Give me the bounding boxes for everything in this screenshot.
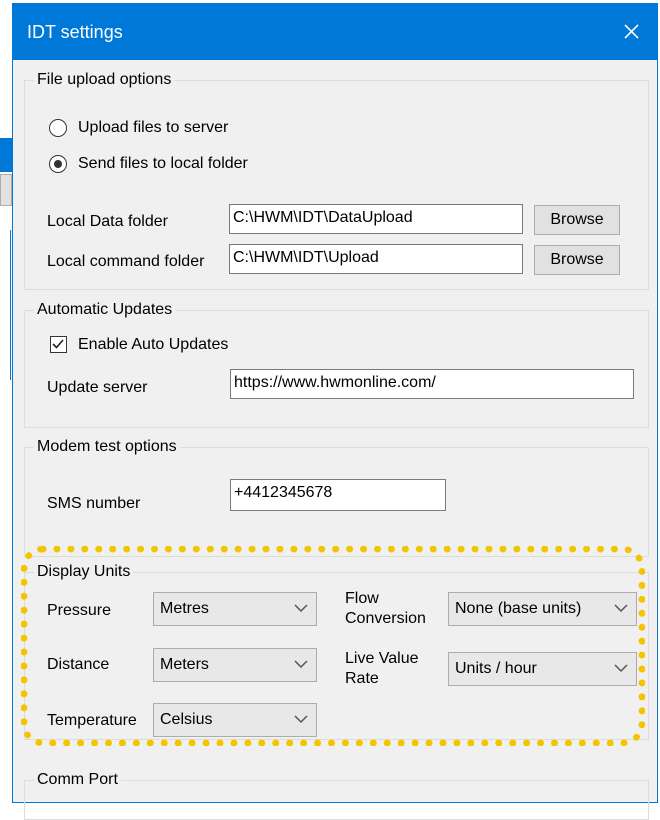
enable-auto-updates-checkbox[interactable] [50, 336, 67, 353]
window-title: IDT settings [27, 22, 123, 42]
file-upload-group: File upload options Upload files to serv… [24, 70, 649, 290]
chevron-down-icon [614, 664, 628, 673]
pressure-select[interactable]: Metres [153, 592, 317, 626]
idt-settings-dialog: IDT settings File upload options Upload … [12, 3, 658, 820]
temperature-label: Temperature [47, 712, 137, 729]
comm-port-group: Comm Port [24, 770, 649, 820]
background-window-control [0, 174, 12, 206]
flow-conversion-select[interactable]: None (base units) [448, 592, 637, 626]
modem-test-group: Modem test options SMS number +441234567… [24, 437, 649, 557]
flow-conversion-label-line1: Flow [345, 590, 379, 607]
upload-server-label[interactable]: Upload files to server [78, 118, 228, 138]
pressure-value: Metres [160, 600, 209, 617]
browse-command-folder-button[interactable]: Browse [534, 245, 620, 275]
update-server-label: Update server [47, 379, 148, 396]
display-units-legend: Display Units [34, 562, 134, 582]
flow-conversion-label-line2: Conversion [345, 610, 426, 627]
browse-data-folder-button[interactable]: Browse [534, 205, 620, 235]
modem-test-legend: Modem test options [34, 437, 180, 457]
temperature-select[interactable]: Celsius [153, 703, 317, 737]
distance-label: Distance [47, 656, 110, 673]
checkmark-icon [52, 339, 64, 349]
file-upload-legend: File upload options [34, 70, 175, 90]
chevron-down-icon [294, 604, 308, 613]
comm-port-legend: Comm Port [34, 770, 121, 790]
local-data-folder-input[interactable]: C:\HWM\IDT\DataUpload [229, 204, 523, 234]
pressure-label: Pressure [47, 602, 112, 619]
chevron-down-icon [294, 715, 308, 724]
local-folder-label[interactable]: Send files to local folder [78, 154, 248, 174]
flow-conversion-value: None (base units) [455, 600, 582, 617]
auto-updates-group: Automatic Updates Enable Auto Updates Up… [24, 300, 649, 428]
distance-value: Meters [160, 656, 209, 673]
live-value-rate-label-line2: Rate [345, 670, 379, 687]
chevron-down-icon [614, 604, 628, 613]
local-command-folder-label: Local command folder [47, 253, 205, 270]
sms-number-label: SMS number [47, 495, 141, 512]
auto-updates-legend: Automatic Updates [34, 300, 176, 320]
enable-auto-updates-label[interactable]: Enable Auto Updates [78, 335, 228, 355]
radio-selected-dot [53, 159, 62, 168]
live-value-rate-value: Units / hour [455, 660, 537, 677]
local-folder-radio[interactable] [49, 155, 67, 173]
update-server-input[interactable]: https://www.hwmonline.com/ [230, 369, 634, 399]
background-window-border [10, 230, 11, 380]
local-data-folder-label: Local Data folder [47, 213, 168, 230]
local-command-folder-input[interactable]: C:\HWM\IDT\Upload [229, 244, 523, 274]
chevron-down-icon [294, 660, 308, 669]
sms-number-input[interactable]: +4412345678 [230, 479, 446, 511]
live-value-rate-label-line1: Live Value [345, 650, 419, 667]
temperature-value: Celsius [160, 711, 213, 728]
distance-select[interactable]: Meters [153, 648, 317, 682]
close-icon[interactable] [613, 13, 649, 49]
background-window-titlebar [0, 138, 12, 172]
title-bar: IDT settings [13, 4, 657, 60]
live-value-rate-select[interactable]: Units / hour [448, 652, 637, 686]
display-units-group: Display Units Pressure Metres Distance M… [24, 562, 649, 740]
upload-server-radio[interactable] [49, 119, 67, 137]
